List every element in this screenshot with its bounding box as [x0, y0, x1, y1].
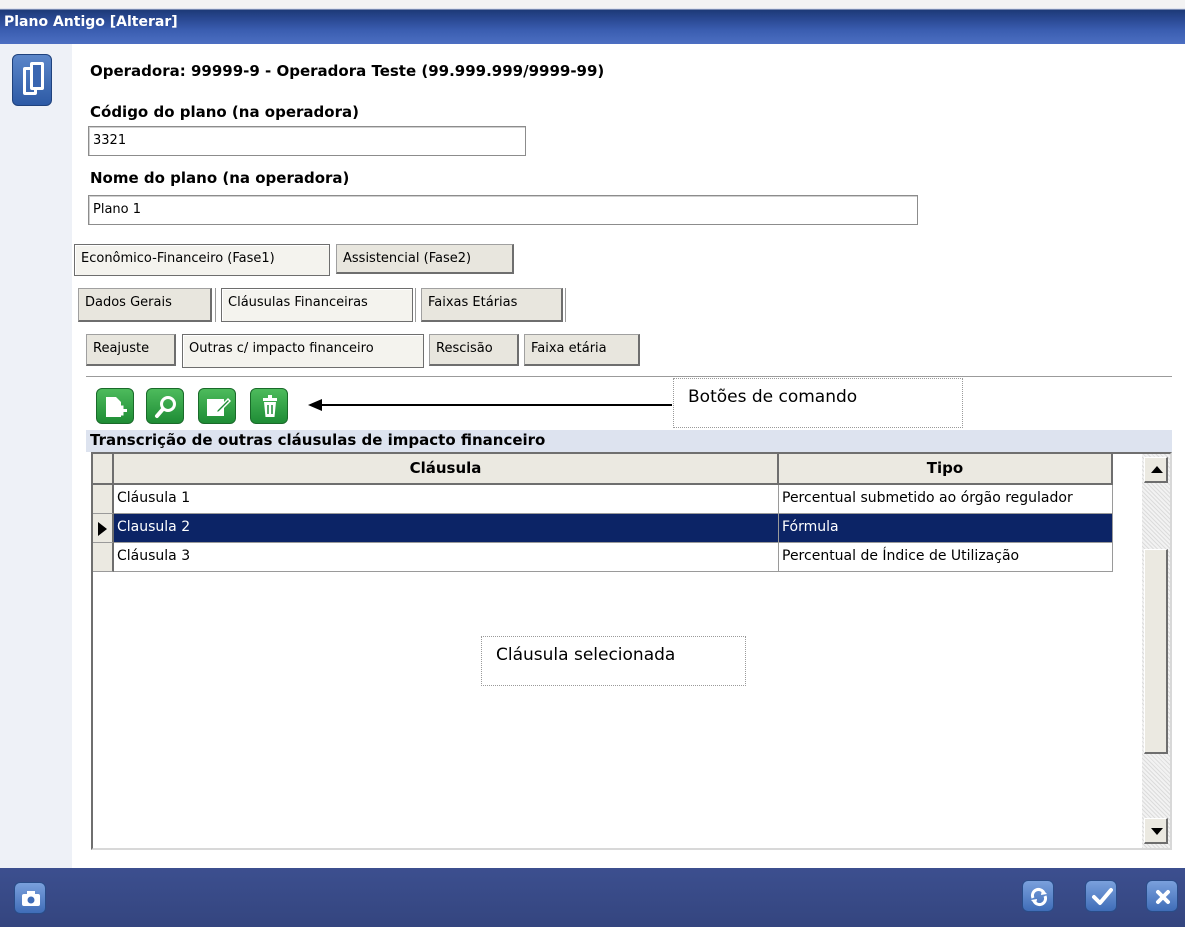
cell-tipo[interactable]: Fórmula: [779, 514, 1113, 543]
operadora-label: Operadora: 99999-9 - Operadora Teste (99…: [90, 62, 605, 80]
table-row[interactable]: Cláusula 1 Percentual submetido ao órgão…: [93, 485, 1113, 514]
row-pointer-icon: [98, 522, 107, 536]
window-titlebar: Plano Antigo [Alterar]: [0, 0, 1185, 44]
camera-icon: [22, 891, 40, 906]
edit-button[interactable]: [198, 388, 236, 424]
add-icon: [106, 397, 127, 417]
cancel-button[interactable]: [1146, 880, 1178, 912]
tab-clausulas-financeiras[interactable]: Cláusulas Financeiras: [221, 288, 413, 322]
tab-reajuste[interactable]: Reajuste: [86, 334, 176, 366]
section-title: Transcrição de outras cláusulas de impac…: [86, 430, 1172, 452]
tab-faixa-etaria[interactable]: Faixa etária: [524, 334, 640, 366]
search-button[interactable]: [146, 388, 184, 424]
divider: [86, 376, 1172, 377]
cell-tipo[interactable]: Percentual submetido ao órgão regulador: [779, 485, 1113, 514]
scroll-thumb[interactable]: [1144, 549, 1168, 754]
check-icon: [1092, 888, 1113, 905]
delete-button[interactable]: [250, 388, 288, 424]
tab-separator: [565, 288, 567, 322]
table-row[interactable]: Cláusula 3 Percentual de Índice de Utili…: [93, 543, 1113, 572]
bottom-toolbar: [0, 868, 1185, 927]
left-sidebar: [0, 44, 72, 868]
confirm-button[interactable]: [1085, 880, 1117, 912]
chevron-down-icon: [1151, 828, 1163, 835]
codigo-plano-label: Código do plano (na operadora): [90, 103, 359, 121]
vertical-scrollbar[interactable]: [1142, 454, 1170, 848]
column-header-tipo[interactable]: Tipo: [779, 454, 1113, 485]
row-indicator[interactable]: [93, 514, 114, 543]
tab-separator: [215, 288, 217, 322]
row-indicator[interactable]: [93, 485, 114, 514]
table-row-selected[interactable]: Clausula 2 Fórmula: [93, 514, 1113, 543]
cell-clausula[interactable]: Clausula 2: [114, 514, 779, 543]
snapshot-button[interactable]: [14, 882, 46, 914]
add-button[interactable]: [96, 388, 134, 424]
column-header-clausula[interactable]: Cláusula: [114, 454, 779, 485]
tab-outras-impacto[interactable]: Outras c/ impacto financeiro: [182, 334, 424, 368]
document-icon: [12, 54, 52, 106]
cell-clausula[interactable]: Cláusula 1: [114, 485, 779, 514]
cell-clausula[interactable]: Cláusula 3: [114, 543, 779, 572]
codigo-plano-input[interactable]: 3321: [88, 126, 526, 156]
grid-corner: [93, 454, 114, 485]
chevron-up-icon: [1151, 466, 1163, 473]
edit-icon: [207, 397, 231, 416]
tab-rescisao[interactable]: Rescisão: [429, 334, 519, 366]
search-icon: [155, 396, 176, 418]
row-indicator[interactable]: [93, 543, 114, 572]
buttons-callout: Botões de comando: [673, 378, 963, 428]
scroll-down-button[interactable]: [1144, 818, 1168, 844]
nome-plano-label: Nome do plano (na operadora): [90, 169, 350, 187]
tab-faixas-etarias[interactable]: Faixas Etárias: [421, 288, 563, 322]
tab-economico-financeiro[interactable]: Econômico-Financeiro (Fase1): [74, 244, 330, 276]
refresh-icon: [1030, 887, 1048, 907]
close-icon: [1156, 890, 1170, 904]
tab-assistencial[interactable]: Assistencial (Fase2): [336, 244, 514, 274]
cell-tipo[interactable]: Percentual de Índice de Utilização: [779, 543, 1113, 572]
scroll-up-button[interactable]: [1144, 457, 1168, 483]
delete-icon: [263, 395, 277, 417]
window-title: Plano Antigo [Alterar]: [4, 14, 178, 30]
selected-callout: Cláusula selecionada: [481, 636, 746, 686]
tab-separator: [415, 288, 417, 322]
refresh-button[interactable]: [1022, 880, 1054, 912]
nome-plano-input[interactable]: Plano 1: [88, 195, 918, 225]
tab-dados-gerais[interactable]: Dados Gerais: [78, 288, 212, 322]
